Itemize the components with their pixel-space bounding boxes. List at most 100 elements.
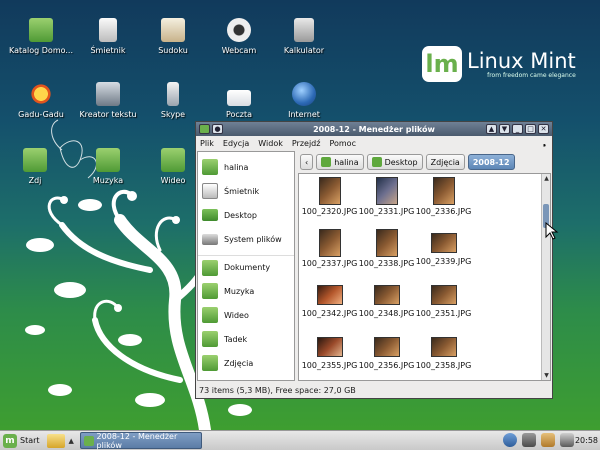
file-name: 100_2337.JPG <box>301 259 358 268</box>
desktop-icon-home-folder[interactable]: Katalog Domo... <box>5 18 77 55</box>
desktop-icon-label: Kreator tekstu <box>79 110 137 119</box>
menu-view[interactable]: Widok <box>258 139 283 148</box>
path-button-home[interactable]: halina <box>316 154 364 170</box>
window-app-icon[interactable] <box>199 124 210 134</box>
desktop-icon-photos[interactable]: Zdj <box>5 148 65 185</box>
image-thumbnail <box>375 229 398 257</box>
file-item[interactable]: 100_2355.JPG <box>301 333 358 380</box>
sidebar-item-video[interactable]: Wideo <box>198 303 294 327</box>
file-item[interactable]: 100_2358.JPG <box>415 333 472 380</box>
path-button-desktop[interactable]: Desktop <box>366 154 423 170</box>
chevron-left-icon: ‹ <box>305 157 309 167</box>
close-icon[interactable]: ✕ <box>538 124 549 134</box>
volume-icon[interactable] <box>560 433 574 447</box>
path-button-photos[interactable]: Zdjęcia <box>425 154 465 170</box>
file-item[interactable]: 100_2356.JPG <box>358 333 415 380</box>
logo-tagline: from freedom came elegance <box>487 71 576 79</box>
window-menu-icon[interactable]: ● <box>212 124 223 134</box>
desktop-icon-label: Internet <box>288 110 320 119</box>
maximize-icon[interactable]: □ <box>525 124 536 134</box>
desktop-icon-label: Webcam <box>221 46 257 55</box>
desktop-icon-sudoku[interactable]: Sudoku <box>137 18 209 55</box>
menu-file[interactable]: Plik <box>200 139 214 148</box>
desktop-icon-internet[interactable]: Internet <box>268 82 340 119</box>
mint-menu-icon: m <box>3 433 17 448</box>
folder-icon <box>202 283 218 299</box>
desktop-icon-webcam[interactable]: Webcam <box>203 18 275 55</box>
sidebar-item-label: Tadek <box>224 334 248 344</box>
file-item[interactable]: 100_2336.JPG <box>415 177 472 225</box>
webcam-icon <box>227 18 251 42</box>
desktop-icon-music[interactable]: Muzyka <box>72 148 144 185</box>
sidebar-item-label: halina <box>224 162 249 172</box>
sidebar-item-desktop[interactable]: Desktop <box>198 203 294 227</box>
sidebar-item-label: Zdjęcia <box>224 358 254 368</box>
file-item[interactable]: 100_2338.JPG <box>358 229 415 277</box>
clock[interactable]: 20:58 <box>575 436 598 445</box>
file-name: 100_2336.JPG <box>415 207 472 216</box>
file-manager-icon <box>83 435 94 446</box>
folder-icon <box>202 355 218 371</box>
shade-up-icon[interactable]: ▲ <box>486 124 497 134</box>
places-sidebar: halina Śmietnik Desktop System plików Do… <box>197 151 295 381</box>
path-button-current[interactable]: 2008-12 <box>467 154 515 170</box>
file-icon-view[interactable]: 100_2320.JPG 100_2331.JPG 100_2336.JPG 1… <box>298 173 551 381</box>
file-item[interactable]: 100_2351.JPG <box>415 281 472 329</box>
sidebar-item-documents[interactable]: Dokumenty <box>198 255 294 279</box>
document-editor-icon <box>96 82 120 106</box>
menu-edit[interactable]: Edycja <box>223 139 249 148</box>
desktop-icon-gadu-gadu[interactable]: Gadu-Gadu <box>5 82 77 119</box>
network-icon[interactable] <box>522 433 536 447</box>
sidebar-item-tadek[interactable]: Tadek <box>198 327 294 351</box>
sidebar-item-music[interactable]: Muzyka <box>198 279 294 303</box>
file-item[interactable]: 100_2339.JPG <box>415 229 472 277</box>
vertical-scrollbar[interactable]: ▲ ▼ <box>541 174 550 380</box>
path-back-button[interactable]: ‹ <box>300 154 314 170</box>
desktop-icon-text-creator[interactable]: Kreator tekstu <box>72 82 144 119</box>
menu-go[interactable]: Przejdź <box>292 139 321 148</box>
sidebar-item-home[interactable]: halina <box>198 155 294 179</box>
folder-icon <box>202 331 218 347</box>
window-titlebar[interactable]: ● 2008-12 - Menedżer plików ▲ ▼ _ □ ✕ <box>196 122 552 136</box>
file-item[interactable]: 100_2348.JPG <box>358 281 415 329</box>
path-button-label: 2008-12 <box>472 157 510 167</box>
file-item[interactable]: 100_2337.JPG <box>301 229 358 277</box>
path-button-label: halina <box>334 157 359 167</box>
desktop-icon-calculator[interactable]: Kalkulator <box>268 18 340 55</box>
menu-bar: Plik Edycja Widok Przejdź Pomoc ❟ <box>196 136 552 150</box>
sudoku-icon <box>161 18 185 42</box>
scroll-up-icon[interactable]: ▲ <box>542 174 550 183</box>
calculator-icon <box>294 18 314 42</box>
file-name: 100_2356.JPG <box>358 361 415 370</box>
menu-help[interactable]: Pomoc <box>329 139 356 148</box>
image-thumbnail <box>318 177 341 205</box>
system-tray <box>503 433 574 447</box>
update-manager-icon[interactable] <box>541 433 555 447</box>
shade-down-icon[interactable]: ▼ <box>499 124 510 134</box>
path-button-label: Desktop <box>384 157 418 167</box>
hard-drive-icon <box>202 233 218 245</box>
desktop-icon-trash[interactable]: Śmietnik <box>72 18 144 55</box>
image-thumbnail <box>316 285 343 305</box>
desktop-icon-skype[interactable]: Skype <box>137 82 209 119</box>
sidebar-item-label: Dokumenty <box>224 263 271 272</box>
sidebar-item-filesystem[interactable]: System plików <box>198 227 294 251</box>
sidebar-item-label: Muzyka <box>224 286 255 296</box>
bluetooth-icon[interactable] <box>503 433 517 447</box>
desktop-icon-mail[interactable]: Poczta <box>203 82 275 119</box>
minimize-icon[interactable]: _ <box>512 124 523 134</box>
image-thumbnail <box>373 337 400 357</box>
file-item[interactable]: 100_2342.JPG <box>301 281 358 329</box>
linux-mint-logo: lm Linux Mint from freedom came elegance <box>422 46 576 82</box>
taskbar-task-file-manager[interactable]: 2008-12 - Menedżer plików <box>79 432 202 450</box>
image-thumbnail <box>318 229 341 257</box>
file-item[interactable]: 100_2331.JPG <box>358 177 415 225</box>
folder-launcher-icon[interactable] <box>46 433 65 448</box>
chevron-up-icon[interactable]: ▲ <box>69 437 74 445</box>
file-item[interactable]: 100_2320.JPG <box>301 177 358 225</box>
sidebar-item-photos[interactable]: Zdjęcia <box>198 351 294 375</box>
scroll-down-icon[interactable]: ▼ <box>542 371 550 380</box>
start-button[interactable]: m Start <box>0 432 43 450</box>
file-name: 100_2358.JPG <box>415 361 472 370</box>
sidebar-item-trash[interactable]: Śmietnik <box>198 179 294 203</box>
